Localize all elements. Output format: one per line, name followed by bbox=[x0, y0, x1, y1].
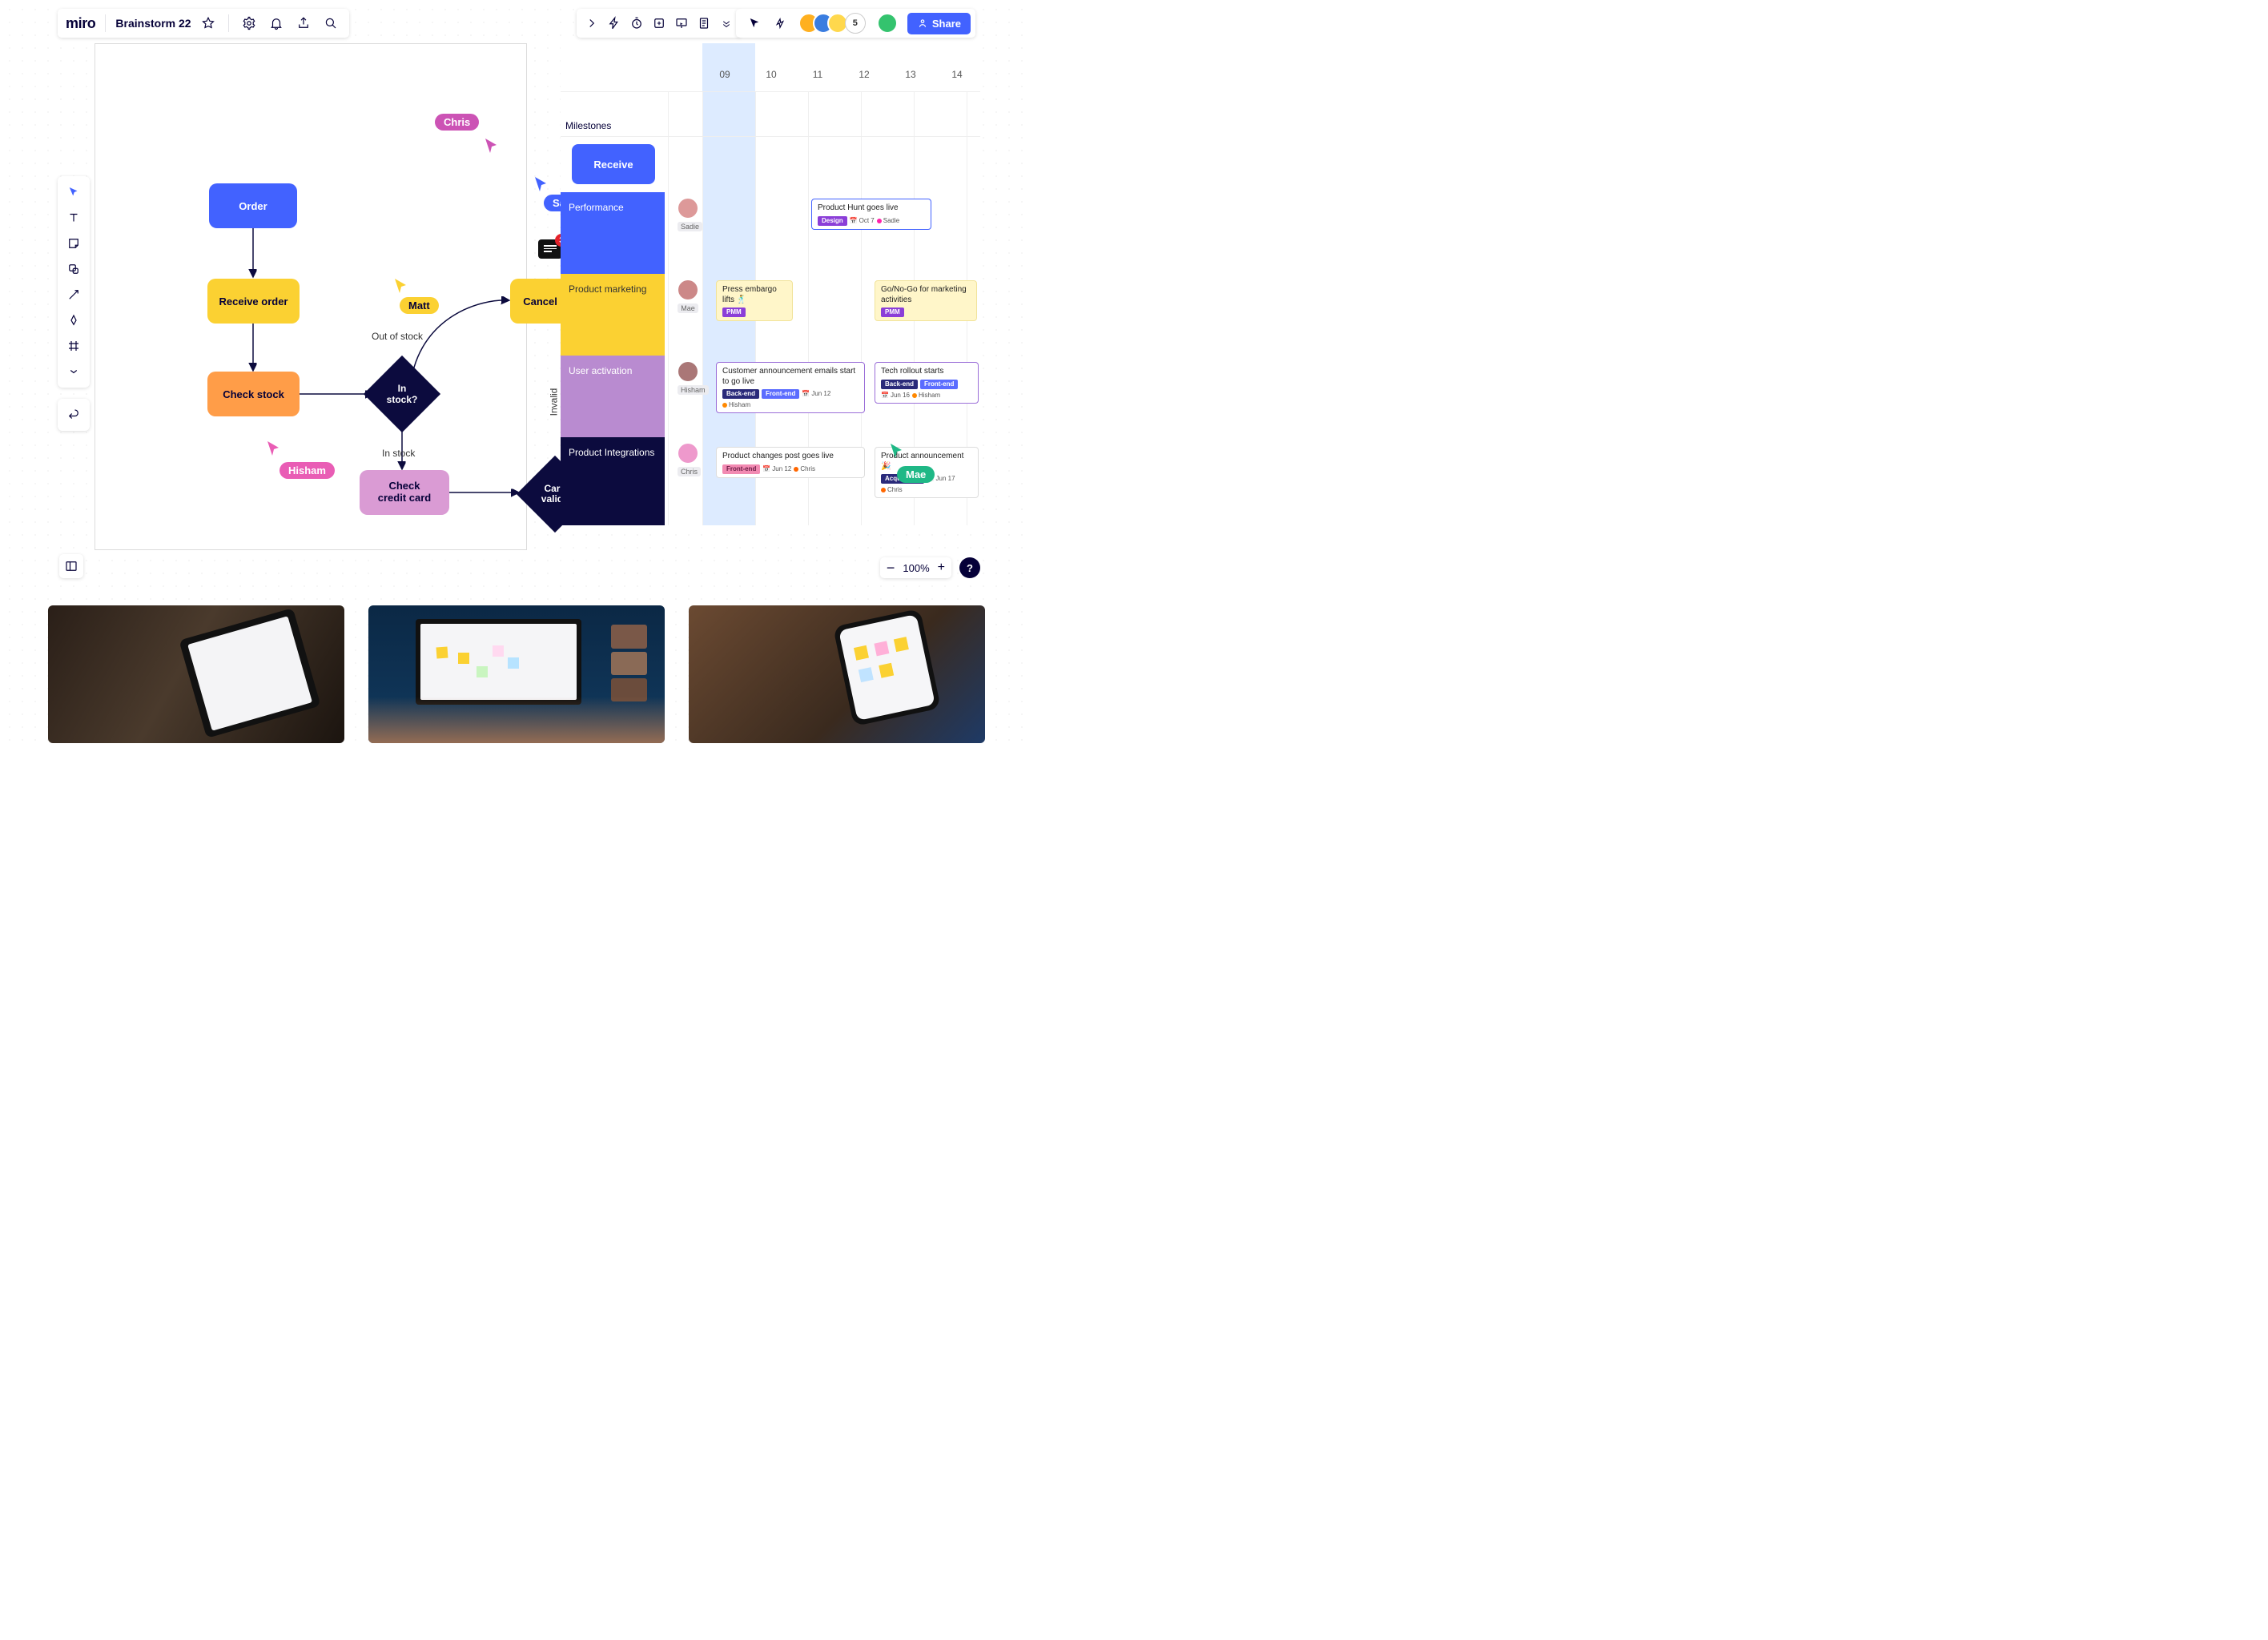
edge-label: Invalid bbox=[548, 388, 559, 416]
lane-label: User activation bbox=[561, 359, 665, 383]
more-tools[interactable] bbox=[62, 360, 86, 383]
undo-button[interactable] bbox=[62, 404, 86, 426]
card-announce[interactable]: Customer announcement emails start to go… bbox=[716, 362, 865, 413]
photo-tablet bbox=[48, 605, 344, 743]
edge-label: In stock bbox=[382, 448, 415, 459]
star-icon[interactable] bbox=[198, 13, 219, 34]
board-header: miro Brainstorm 22 bbox=[58, 9, 349, 38]
avatar-overflow[interactable]: 5 bbox=[845, 13, 866, 34]
voting-icon[interactable] bbox=[649, 13, 670, 34]
timeline-frame[interactable]: 09 10 11 12 13 14 Milestones Receive Per… bbox=[561, 43, 980, 525]
pen-tool[interactable] bbox=[62, 309, 86, 332]
zoom-controls: − 100% + ? bbox=[880, 557, 980, 578]
share-button[interactable]: Share bbox=[907, 13, 971, 34]
card-embargo[interactable]: Press embargo lifts 🕺 PMM bbox=[716, 280, 793, 321]
chevron-right-icon[interactable] bbox=[581, 13, 602, 34]
help-button[interactable]: ? bbox=[959, 557, 980, 578]
card-gonogo[interactable]: Go/No-Go for marketing activities PMM bbox=[875, 280, 977, 321]
lane-label: Product Integrations bbox=[561, 440, 665, 464]
collab-bar: 5 Share bbox=[736, 9, 975, 38]
node-order[interactable]: Order bbox=[209, 183, 297, 228]
settings-icon[interactable] bbox=[239, 13, 259, 34]
presentation-icon[interactable] bbox=[671, 13, 692, 34]
zoom-out-button[interactable]: − bbox=[887, 561, 895, 575]
cursor-matt: Matt bbox=[400, 297, 439, 314]
board-title[interactable]: Brainstorm 22 bbox=[115, 17, 191, 30]
cursor-select-icon[interactable] bbox=[744, 13, 765, 34]
reactions-icon[interactable] bbox=[770, 13, 790, 34]
photo-strip bbox=[48, 605, 985, 743]
card-rollout[interactable]: Tech rollout starts Back-end Front-end 📅… bbox=[875, 362, 979, 404]
flowchart-frame[interactable]: Order Receive order Check stock In stock… bbox=[94, 43, 527, 550]
export-icon[interactable] bbox=[293, 13, 314, 34]
search-icon[interactable] bbox=[320, 13, 341, 34]
bolt-icon[interactable] bbox=[604, 13, 625, 34]
timer-icon[interactable] bbox=[626, 13, 647, 34]
frame-tool[interactable] bbox=[62, 335, 86, 357]
bell-icon[interactable] bbox=[266, 13, 287, 34]
lane-avatar: Sadie bbox=[678, 199, 698, 231]
text-tool[interactable] bbox=[62, 207, 86, 229]
zoom-in-button[interactable]: + bbox=[938, 561, 945, 574]
lane-label: Product marketing bbox=[561, 277, 665, 301]
tools-toolbar bbox=[58, 176, 90, 388]
edge-label: Out of stock bbox=[372, 331, 423, 342]
cursor-mae: Mae bbox=[897, 466, 935, 483]
more-chevrons-icon[interactable] bbox=[716, 13, 737, 34]
avatar-self[interactable] bbox=[877, 13, 898, 34]
card-product-hunt[interactable]: Product Hunt goes live Design 📅 Oct 7 Sa… bbox=[811, 199, 931, 230]
facilitation-toolbar bbox=[577, 9, 742, 38]
node-credit[interactable]: Check credit card bbox=[360, 470, 449, 515]
lane-avatar: Mae bbox=[678, 280, 698, 313]
sticky-tool[interactable] bbox=[62, 232, 86, 255]
lane-label: Performance bbox=[561, 195, 665, 219]
milestones-label: Milestones bbox=[565, 120, 611, 131]
cursor-hisham: Hisham bbox=[279, 462, 335, 479]
lane-avatar: Hisham bbox=[678, 362, 698, 395]
receive-card[interactable]: Receive bbox=[572, 144, 655, 184]
lane-avatar: Chris bbox=[678, 444, 698, 476]
notes-icon[interactable] bbox=[694, 13, 714, 34]
zoom-value[interactable]: 100% bbox=[903, 562, 929, 574]
node-receive[interactable]: Receive order bbox=[207, 279, 300, 324]
node-check-stock[interactable]: Check stock bbox=[207, 372, 300, 416]
select-tool[interactable] bbox=[62, 181, 86, 203]
frames-panel-button[interactable] bbox=[59, 554, 83, 578]
cursor-chris: Chris bbox=[435, 114, 479, 131]
timeline-header: 09 10 11 12 13 14 bbox=[702, 69, 980, 91]
undo-toolbar bbox=[58, 399, 90, 431]
arrow-tool[interactable] bbox=[62, 283, 86, 306]
photo-phone bbox=[689, 605, 985, 743]
card-changes[interactable]: Product changes post goes live Front-end… bbox=[716, 447, 865, 478]
photo-meeting bbox=[368, 605, 665, 743]
logo[interactable]: miro bbox=[66, 15, 95, 32]
comment-bubble[interactable]: 3 bbox=[538, 239, 562, 259]
shape-tool[interactable] bbox=[62, 258, 86, 280]
share-button-label: Share bbox=[932, 18, 961, 30]
